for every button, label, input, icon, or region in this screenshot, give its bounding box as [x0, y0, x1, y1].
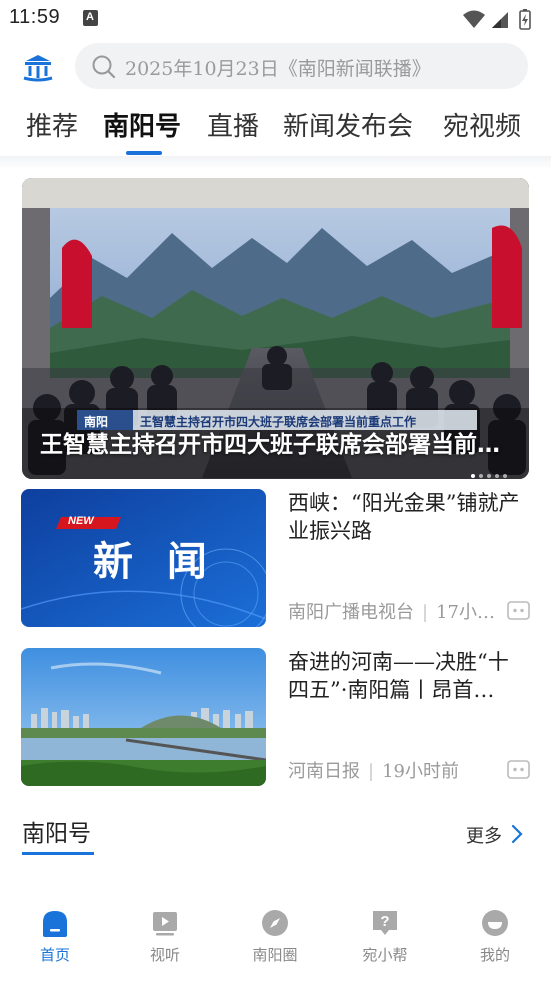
- signal-icon: [492, 12, 508, 28]
- nav-label: 南阳圈: [252, 946, 298, 964]
- carousel-dot: [471, 474, 475, 478]
- news-meta: 河南日报 | 19小时前: [288, 761, 459, 782]
- news-meta: 南阳广播电视台 | 17小…: [288, 602, 495, 623]
- tab-nanyang-hao[interactable]: 南阳号: [103, 106, 181, 143]
- section-title: 南阳号: [22, 821, 91, 847]
- help-icon: ?: [373, 911, 397, 935]
- news-thumbnail: NEW 新 闻: [21, 489, 266, 627]
- carousel-dot: [503, 474, 507, 478]
- section-underline: [22, 852, 94, 855]
- nav-label: 宛小帮: [362, 946, 408, 964]
- bottom-nav: 首页 视听 南阳圈 ? 宛小帮 我的: [0, 898, 551, 981]
- status-icons: [463, 9, 531, 30]
- chevron-right-icon[interactable]: [510, 824, 524, 844]
- video-icon: [153, 912, 177, 936]
- hero-banner[interactable]: 南阳 王智慧主持召开市四大班子联席会部署当前重点工作 王智慧主持召开市四大班子联…: [22, 178, 529, 479]
- nav-label: 我的: [479, 946, 510, 964]
- news-thumbnail: [21, 648, 266, 786]
- nav-home[interactable]: 首页: [15, 906, 95, 970]
- search-input[interactable]: 2025年10月23日《南阳新闻联播》: [125, 54, 431, 81]
- tab-live[interactable]: 直播: [207, 106, 259, 143]
- more-options-icon[interactable]: [507, 760, 530, 779]
- carousel-dots: [467, 463, 507, 478]
- status-bar: 11:59 A: [0, 0, 551, 38]
- news-time: 17小…: [436, 602, 495, 623]
- nav-label: 首页: [39, 946, 70, 964]
- home-icon: [43, 911, 67, 937]
- news-source: 河南日报: [288, 761, 360, 782]
- nav-nanyang-circle[interactable]: 南阳圈: [235, 906, 315, 970]
- active-tab-indicator: [126, 151, 162, 155]
- carousel-dot: [495, 474, 499, 478]
- news-time: 19小时前: [382, 761, 459, 782]
- tab-press-conference[interactable]: 新闻发布会: [283, 106, 413, 143]
- channel-tabs: 推荐 南阳号 直播 新闻发布会 宛视频: [0, 100, 551, 158]
- news-badge: NEW: [68, 515, 94, 527]
- news-title[interactable]: 奋进的河南——决胜“十四五”·南阳篇丨昂首…: [288, 648, 528, 704]
- status-time: 11:59: [9, 6, 61, 28]
- notification-a-icon: A: [83, 10, 98, 26]
- hero-title[interactable]: 王智慧主持召开市四大班子联席会部署当前重点工作: [40, 425, 512, 459]
- nav-profile[interactable]: 我的: [455, 906, 535, 970]
- compass-icon: [262, 910, 288, 936]
- tab-recommend[interactable]: 推荐: [26, 106, 78, 143]
- profile-icon: [482, 910, 508, 936]
- more-options-icon[interactable]: [507, 601, 530, 620]
- news-thumb-image: [21, 648, 266, 786]
- carousel-dot: [479, 474, 483, 478]
- logo-icon[interactable]: [22, 52, 54, 82]
- wifi-icon: [463, 10, 485, 28]
- app-header: 2025年10月23日《南阳新闻联播》: [0, 40, 551, 96]
- news-thumb-text: 新 闻: [93, 539, 217, 585]
- news-source: 南阳广播电视台: [288, 602, 414, 623]
- more-link[interactable]: 更多: [466, 822, 502, 848]
- divider: [0, 156, 551, 170]
- nav-wan-helper[interactable]: ? 宛小帮: [345, 906, 425, 970]
- news-item[interactable]: 奋进的河南——决胜“十四五”·南阳篇丨昂首… 河南日报 | 19小时前: [0, 648, 551, 790]
- battery-icon: [519, 9, 531, 30]
- search-icon: [92, 55, 116, 79]
- search-bar[interactable]: 2025年10月23日《南阳新闻联播》: [75, 43, 528, 89]
- news-item[interactable]: NEW 新 闻 西峡：“阳光金果”铺就产业振兴路 南阳广播电视台 | 17小…: [0, 489, 551, 631]
- svg-text:?: ?: [380, 913, 389, 930]
- carousel-dot: [487, 474, 491, 478]
- nav-label: 视听: [149, 946, 180, 964]
- news-title[interactable]: 西峡：“阳光金果”铺就产业振兴路: [288, 489, 528, 545]
- nav-audio-video[interactable]: 视听: [125, 906, 205, 970]
- tab-wan-video[interactable]: 宛视频: [443, 106, 521, 143]
